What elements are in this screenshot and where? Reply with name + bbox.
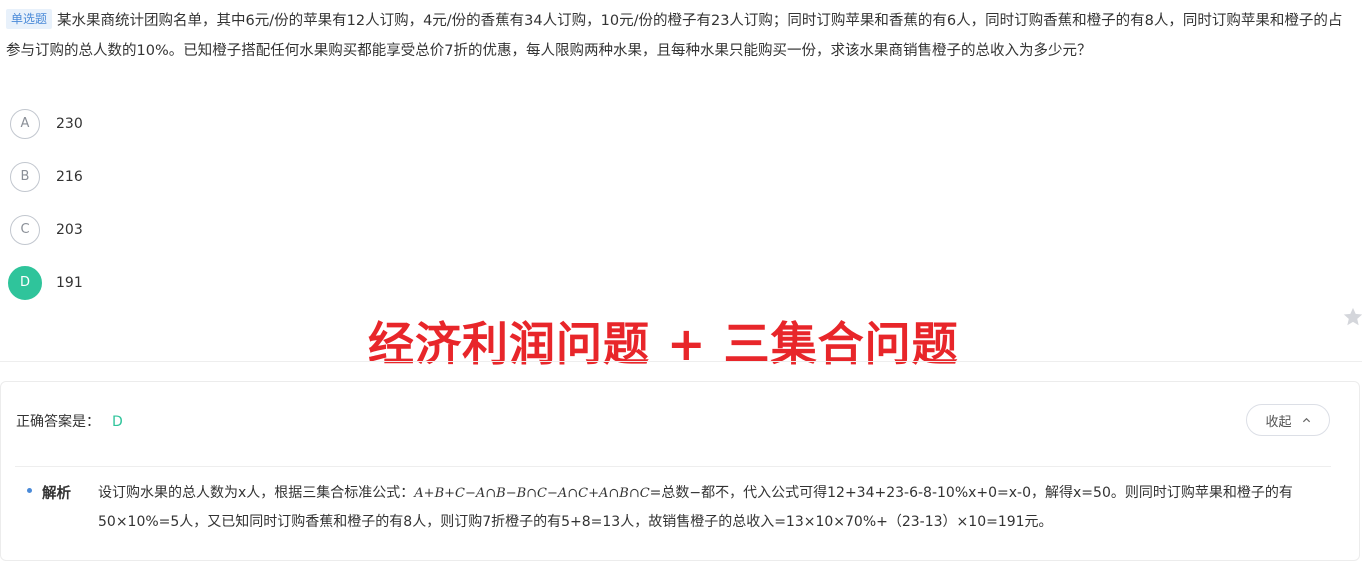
correct-answer-value: D: [112, 414, 123, 430]
option-letter: A: [10, 108, 40, 139]
analysis-text: 设订购水果的总人数为x人，根据三集合标准公式：A+B+C−A∩B−B∩C−A∩C…: [98, 479, 1328, 536]
section-divider: [0, 361, 1362, 362]
set-formula: A+B+C−A∩B−B∩C−A∩C+A∩B∩C: [414, 486, 650, 501]
options-list: A 230 B 216 C 203 D 191: [8, 97, 83, 309]
analysis-label: 解析: [42, 486, 71, 502]
option-text: 191: [56, 274, 83, 291]
bullet-dot: [27, 488, 32, 493]
question-stem: 单选题 某水果商统计团购名单，其中6元/份的苹果有12人订购，4元/份的香蕉有34…: [6, 6, 1354, 66]
option-letter: C: [10, 214, 40, 245]
collapse-label: 收起: [1265, 414, 1292, 430]
correct-answer-label: 正确答案是：: [16, 414, 100, 430]
option-d[interactable]: D 191: [8, 256, 83, 309]
option-text: 203: [56, 221, 83, 238]
overlay-title: 经济利润问题 + 三集合问题: [368, 317, 959, 371]
chevron-up-icon: [1302, 417, 1310, 422]
option-letter: D: [8, 265, 42, 300]
star-icon[interactable]: [1342, 306, 1362, 328]
option-b[interactable]: B 216: [10, 150, 83, 203]
panel-divider: [15, 466, 1331, 467]
collapse-button[interactable]: 收起: [1246, 404, 1330, 436]
option-text: 230: [56, 115, 83, 132]
analysis-text-part1: 设订购水果的总人数为x人，根据三集合标准公式：: [98, 485, 415, 501]
option-a[interactable]: A 230: [10, 97, 83, 150]
option-text: 216: [56, 168, 83, 185]
question-type-badge: 单选题: [6, 9, 53, 29]
option-letter: B: [10, 161, 40, 192]
correct-answer-row: 正确答案是： D: [16, 411, 123, 431]
question-text: 某水果商统计团购名单，其中6元/份的苹果有12人订购，4元/份的香蕉有34人订购…: [6, 13, 1343, 59]
option-c[interactable]: C 203: [10, 203, 83, 256]
answer-panel: 正确答案是： D 收起 解析 设订购水果的总人数为x人，根据三集合标准公式：A+B…: [0, 381, 1360, 561]
